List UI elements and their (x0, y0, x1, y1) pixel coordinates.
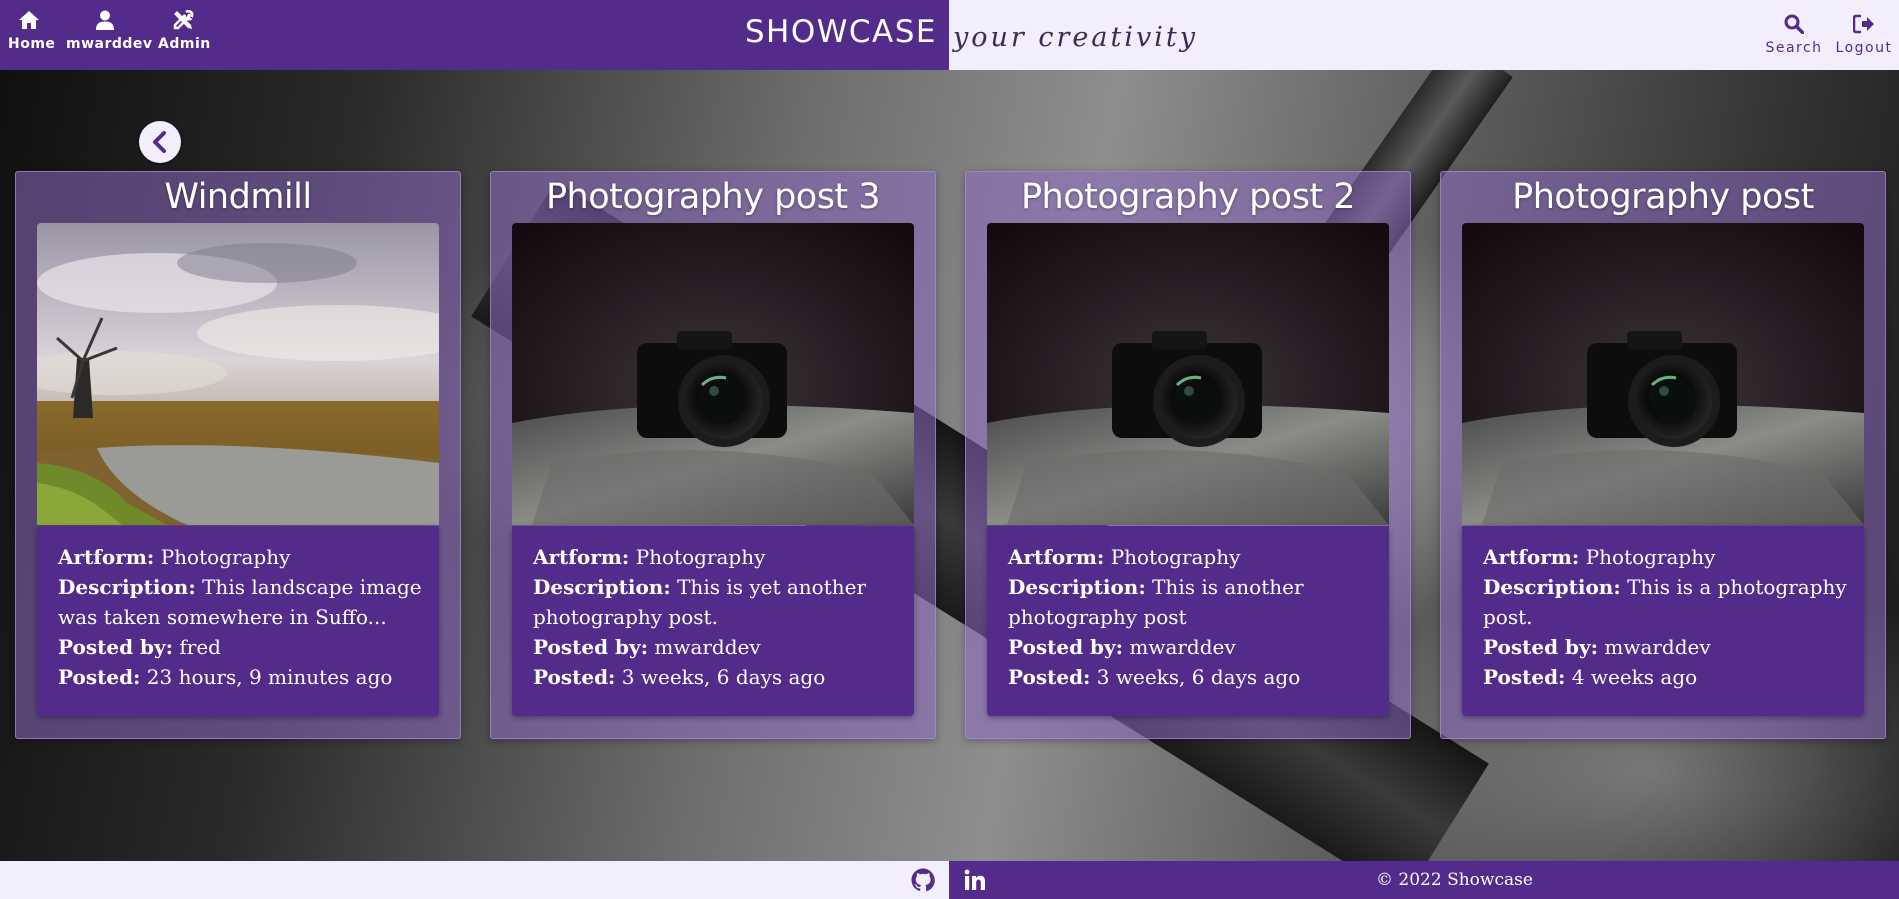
nav-logout-link[interactable]: Logout (1834, 14, 1894, 56)
posted-value: 3 weeks, 6 days ago (621, 665, 826, 689)
description-label: Description: (1483, 575, 1621, 599)
footer-right: © 2022 Showcase (949, 861, 1899, 899)
camera-photo (512, 223, 914, 525)
post-info: Artform: Photography Description: This i… (512, 526, 914, 716)
description-row: Description: This is yet another photogr… (533, 572, 903, 632)
nav-search-link[interactable]: Search (1764, 14, 1824, 56)
artform-label: Artform: (58, 545, 155, 569)
posted-by-value: mwarddev (1604, 635, 1711, 659)
posted-value: 23 hours, 9 minutes ago (146, 665, 393, 689)
nav-home-label: Home (8, 36, 56, 52)
post-info: Artform: Photography Description: This i… (987, 526, 1389, 716)
post-title[interactable]: Photography post 2 (966, 177, 1410, 217)
artform-label: Artform: (533, 545, 630, 569)
posted-by-label: Posted by: (1483, 635, 1598, 659)
post-title[interactable]: Windmill (16, 177, 460, 217)
search-icon (1784, 14, 1804, 34)
camera-photo (987, 223, 1389, 525)
nav-admin-label: Admin (158, 36, 211, 52)
artform-row: Artform: Photography (1008, 542, 1378, 572)
navbar-right: your creativity (949, 0, 1899, 70)
github-icon (911, 868, 935, 892)
linkedin-icon (964, 869, 985, 890)
posted-label: Posted: (1483, 665, 1566, 689)
description-label: Description: (533, 575, 671, 599)
nav-user-label: mwarddev (66, 36, 153, 52)
github-link[interactable] (911, 868, 935, 896)
post-card[interactable]: Photography post 2 Artform: Photography … (965, 171, 1411, 739)
linkedin-link[interactable] (963, 868, 987, 896)
post-card[interactable]: Photography post 3 Artform: Photography … (490, 171, 936, 739)
artform-value: Photography (1110, 545, 1241, 569)
artform-value: Photography (635, 545, 766, 569)
chevron-left-icon (153, 131, 166, 153)
posted-by-label: Posted by: (58, 635, 173, 659)
windmill-landscape-photo (37, 223, 439, 525)
artform-row: Artform: Photography (1483, 542, 1853, 572)
posted-by-label: Posted by: (533, 635, 648, 659)
posted-row: Posted: 3 weeks, 6 days ago (533, 662, 903, 692)
post-info: Artform: Photography Description: This l… (37, 526, 439, 716)
camera-photo (1462, 223, 1864, 525)
posted-by-row: Posted by: mwarddev (1483, 632, 1853, 662)
posted-by-value: mwarddev (654, 635, 761, 659)
camera-shape (1587, 331, 1737, 447)
nav-home-link[interactable]: Home (8, 10, 55, 52)
home-icon (19, 11, 39, 29)
footer-left (0, 861, 949, 899)
logout-icon (1853, 14, 1874, 34)
posted-row: Posted: 23 hours, 9 minutes ago (58, 662, 428, 692)
description-row: Description: This is another photography… (1008, 572, 1378, 632)
artform-value: Photography (160, 545, 291, 569)
description-row: Description: This is a photography post. (1483, 572, 1853, 632)
artform-label: Artform: (1008, 545, 1105, 569)
user-icon (96, 10, 114, 30)
posted-row: Posted: 3 weeks, 6 days ago (1008, 662, 1378, 692)
description-row: Description: This landscape image was ta… (58, 572, 428, 632)
posted-by-value: fred (179, 635, 221, 659)
posted-by-label: Posted by: (1008, 635, 1123, 659)
post-image-camera[interactable] (512, 223, 914, 525)
posted-label: Posted: (533, 665, 616, 689)
posted-label: Posted: (1008, 665, 1091, 689)
post-info: Artform: Photography Description: This i… (1462, 526, 1864, 716)
camera-shape (1112, 331, 1262, 447)
post-title[interactable]: Photography post 3 (491, 177, 935, 217)
brand-tagline: your creativity (953, 22, 1198, 53)
posted-by-value: mwarddev (1129, 635, 1236, 659)
post-image-camera[interactable] (987, 223, 1389, 525)
post-image-camera[interactable] (1462, 223, 1864, 525)
post-card[interactable]: Photography post Artform: Photography De… (1440, 171, 1886, 739)
description-label: Description: (58, 575, 196, 599)
posted-label: Posted: (58, 665, 141, 689)
artform-row: Artform: Photography (58, 542, 428, 572)
posted-by-row: Posted by: fred (58, 632, 428, 662)
artform-row: Artform: Photography (533, 542, 903, 572)
copyright-text: © 2022 Showcase (1376, 870, 1533, 890)
post-title[interactable]: Photography post (1441, 177, 1885, 217)
posted-value: 4 weeks ago (1571, 665, 1698, 689)
nav-search-label: Search (1765, 40, 1823, 56)
post-card[interactable]: Windmill Artform: Photography Descriptio… (15, 171, 461, 739)
top-navbar: Home mwarddev Admin SHOWCASE your creati… (0, 0, 1899, 70)
artform-label: Artform: (1483, 545, 1580, 569)
camera-shape (637, 331, 787, 447)
nav-user-link[interactable]: mwarddev (66, 10, 152, 52)
posted-by-row: Posted by: mwarddev (533, 632, 903, 662)
footer: © 2022 Showcase (0, 861, 1899, 899)
posted-row: Posted: 4 weeks ago (1483, 662, 1853, 692)
nav-admin-link[interactable]: Admin (158, 10, 211, 52)
posted-value: 3 weeks, 6 days ago (1096, 665, 1301, 689)
nav-logout-label: Logout (1835, 40, 1893, 56)
posted-by-row: Posted by: mwarddev (1008, 632, 1378, 662)
description-label: Description: (1008, 575, 1146, 599)
post-image-windmill[interactable] (37, 223, 439, 525)
artform-value: Photography (1585, 545, 1716, 569)
back-button[interactable] (139, 121, 181, 163)
navbar-left: Home mwarddev Admin SHOWCASE (0, 0, 949, 70)
brand-name[interactable]: SHOWCASE (745, 14, 937, 50)
tools-icon (173, 10, 194, 30)
